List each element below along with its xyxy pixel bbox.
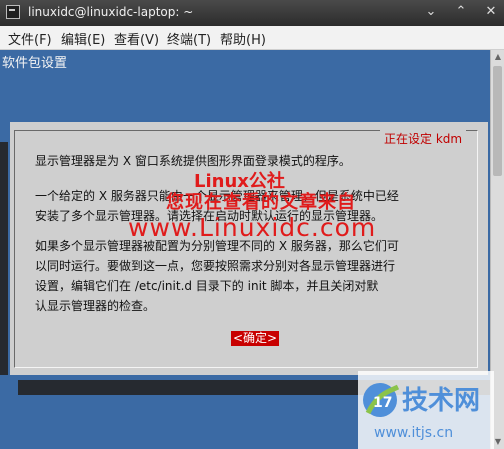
scrollbar-thumb[interactable] (493, 66, 502, 176)
menu-file[interactable]: 文件(F) (8, 29, 52, 48)
kdm-config-dialog: 正在设定 kdm 显示管理器是为 X 窗口系统提供图形界面登录模式的程序。 一个… (0, 122, 488, 375)
itjs-logo: 17 技术网 www.itjs.cn (358, 371, 494, 449)
terminal-window: linuxidc@linuxidc-laptop: ~ ⌄ ⌃ ✕ 文件(F) … (0, 0, 504, 449)
ok-button[interactable]: <确定> (231, 331, 280, 346)
dialog-title: 正在设定 kdm (380, 130, 467, 147)
menu-view[interactable]: 查看(V) (114, 29, 159, 48)
package-config-header: 软件包设置 (2, 56, 68, 71)
minimize-icon[interactable]: ⌄ (422, 3, 440, 21)
window-title: linuxidc@linuxidc-laptop: ~ (28, 5, 194, 19)
watermark-line3: www.Linuxidc.com (128, 213, 377, 242)
dialog-frame: 正在设定 kdm 显示管理器是为 X 窗口系统提供图形界面登录模式的程序。 一个… (14, 130, 478, 368)
maximize-icon[interactable]: ⌃ (452, 3, 470, 21)
menu-terminal[interactable]: 终端(T) (167, 29, 211, 48)
terminal-app-icon (6, 5, 20, 19)
menu-help[interactable]: 帮助(H) (220, 29, 266, 48)
close-icon[interactable]: ✕ (482, 3, 500, 21)
logo-brand: 技术网 (402, 386, 480, 416)
svg-text:17: 17 (373, 395, 392, 411)
title-bar[interactable]: linuxidc@linuxidc-laptop: ~ ⌄ ⌃ ✕ (0, 0, 504, 26)
menu-edit[interactable]: 编辑(E) (61, 29, 105, 48)
dialog-paragraph-3: 如果多个显示管理器被配置为分别管理不同的 X 服务器，那么它们可 以同时运行。要… (35, 239, 399, 313)
dialog-left-shadow (0, 142, 8, 375)
logo-url: www.itjs.cn (374, 425, 453, 441)
scroll-up-icon[interactable]: ▲ (493, 52, 503, 62)
watermark-line2: 您现在查看的文章来自 (166, 192, 356, 213)
menu-bar: 文件(F) 编辑(E) 查看(V) 终端(T) 帮助(H) (0, 26, 504, 50)
scroll-down-icon[interactable]: ▼ (493, 437, 503, 447)
